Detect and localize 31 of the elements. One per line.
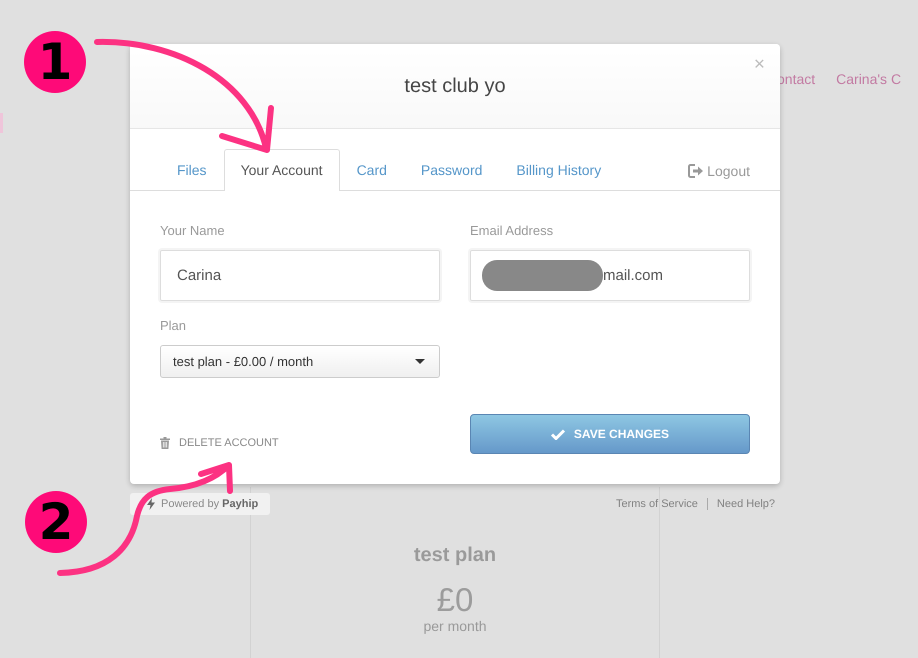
logout-link[interactable]: Logout xyxy=(688,163,750,190)
trash-icon xyxy=(160,437,170,449)
logout-icon xyxy=(688,164,704,178)
plan-period: per month xyxy=(422,618,488,634)
field-label: Email Address xyxy=(470,223,554,238)
tab[interactable]: Files xyxy=(160,149,224,190)
tab[interactable]: Your Account xyxy=(224,149,340,191)
tab[interactable]: Billing History xyxy=(499,149,618,190)
plan-select[interactable]: test plan - £0.00 / month xyxy=(160,345,440,378)
step-number-badge: 1 xyxy=(24,31,86,93)
check-icon xyxy=(550,428,565,440)
step-number-badge: 2 xyxy=(25,491,87,553)
save-changes-button[interactable]: SAVE CHANGES xyxy=(470,414,750,454)
close-button[interactable]: × xyxy=(754,55,765,75)
lightning-bolt-icon xyxy=(147,498,155,510)
text-field[interactable]: Carina xyxy=(160,250,440,301)
footer-link[interactable]: Terms of Service xyxy=(616,498,698,510)
field-label: Your Name xyxy=(160,223,225,238)
plan-price: £0 xyxy=(436,582,474,618)
plan-name: test plan xyxy=(412,543,498,567)
footer-link[interactable]: Need Help? xyxy=(706,498,775,510)
caret-icon xyxy=(415,359,425,364)
text-field[interactable]: mail.com xyxy=(470,250,750,301)
delete-account-link[interactable]: DELETE ACCOUNT xyxy=(160,437,279,454)
nav-link[interactable]: Carina's C xyxy=(836,71,902,88)
tab[interactable]: Card xyxy=(340,149,404,190)
powered-by-badge[interactable]: Powered by Payhip xyxy=(130,493,270,515)
powered-by-text: Powered by Payhip xyxy=(161,498,258,510)
tab[interactable]: Password xyxy=(404,149,500,190)
field-label: Plan xyxy=(160,318,186,333)
modal-title: test club yo xyxy=(404,74,506,98)
